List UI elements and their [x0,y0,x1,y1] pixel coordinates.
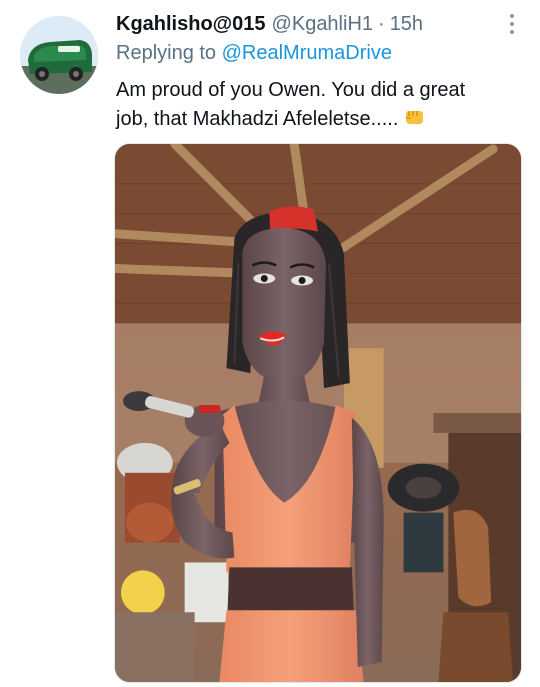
avatar[interactable] [20,16,98,94]
avatar-icon [20,16,98,94]
tweet[interactable]: Kgahlisho@015 @KgahliH1 · 15h Replying t… [0,0,540,687]
tweet-timestamp[interactable]: 15h [390,13,423,36]
more-options-button[interactable] [502,12,522,36]
replying-to: Replying to @RealMrumaDrive [116,42,392,65]
carved-statue-photo [115,144,521,682]
tweet-text: Am proud of you Owen. You did a great jo… [116,76,516,134]
tweet-text-line-2: job, that Makhadzi Afeleletse..... [116,108,399,130]
tweet-header: Kgahlisho@015 @KgahliH1 · 15h [116,10,526,38]
author-display-name[interactable]: Kgahlisho@015 [116,13,266,36]
replying-to-label: Replying to [116,42,217,64]
author-handle[interactable]: @KgahliH1 [272,13,373,36]
oncoming-fist-icon [405,111,424,124]
more-vertical-icon [510,14,514,18]
reply-mention-link[interactable]: @RealMrumaDrive [222,42,392,64]
tweet-text-line-1: Am proud of you Owen. You did a great [116,79,466,101]
tweet-media-photo[interactable] [114,143,522,683]
separator-dot: · [378,12,385,35]
